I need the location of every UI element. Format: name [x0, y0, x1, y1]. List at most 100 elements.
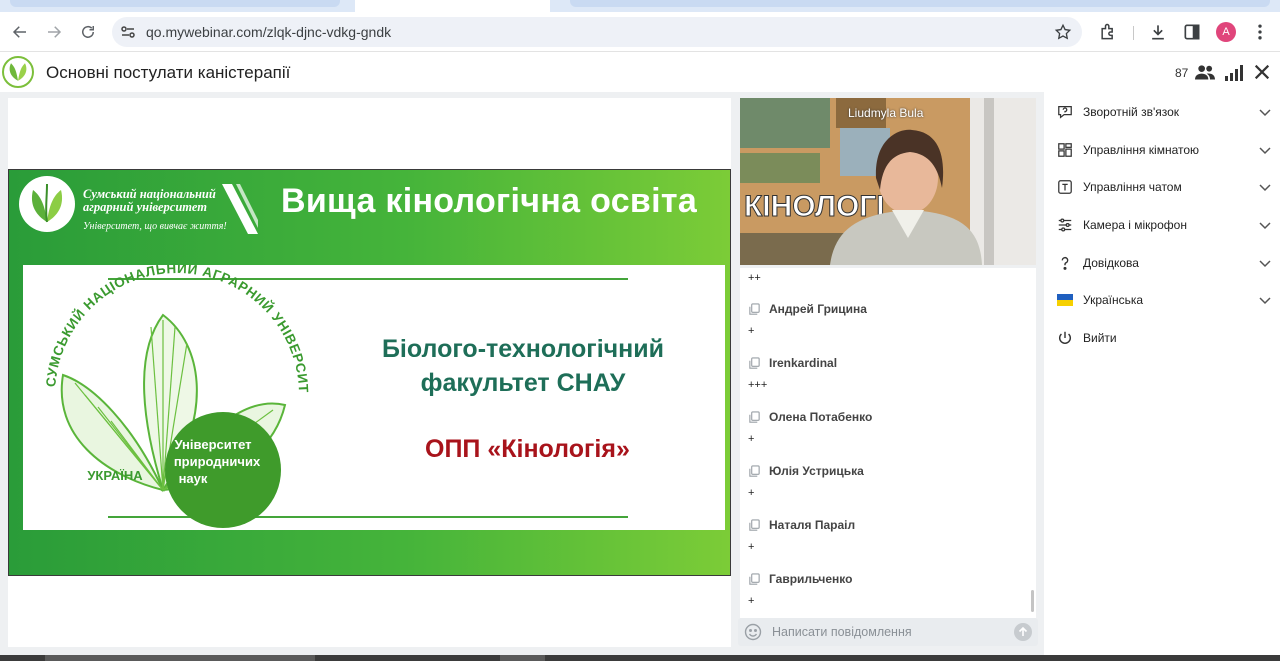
emblem-tag-line1: Університет — [174, 437, 251, 452]
university-motto: Університет, що вивчає життя! — [83, 221, 227, 232]
site-settings-icon[interactable] — [120, 24, 136, 40]
chevron-down-icon — [1259, 109, 1271, 117]
speaker-name: Liudmyla Bula — [848, 106, 924, 120]
participants-count: 87 — [1175, 66, 1189, 80]
side-item-camera-mic[interactable]: Камера і мікрофон — [1056, 213, 1272, 237]
sliders-icon — [1056, 216, 1074, 234]
chat-author: Олена Потабенко — [769, 410, 873, 424]
side-item-label: Довідкова — [1083, 256, 1139, 270]
chevron-down-icon — [1259, 222, 1271, 230]
side-item-chat-control[interactable]: Управління чатом — [1056, 175, 1272, 199]
chat-text: + — [748, 595, 755, 607]
faculty-line-1: Біолого-технологічний — [381, 335, 665, 363]
webinar-header: Основні постулати каністерапії 87 — [0, 53, 1280, 91]
chat-composer[interactable]: Написати повідомлення — [738, 618, 1038, 646]
side-item-label: Управління кімнатою — [1083, 143, 1200, 157]
chat-panel: ++ Андрей Грицина + Irenkardinal +++ Оле… — [740, 268, 1036, 618]
browser-tab-active[interactable] — [355, 0, 550, 12]
program-title: ОПП «Кінологія» — [425, 435, 630, 463]
toolbar-separator — [1133, 26, 1134, 40]
feedback-icon — [1056, 103, 1074, 121]
menu-dots-icon[interactable] — [1250, 22, 1270, 42]
slide-heading: Вища кінологічна освіта — [281, 182, 698, 220]
brand-slash-decoration — [222, 184, 258, 234]
emblem-tag-line3: наук — [179, 471, 208, 486]
university-brand: Сумський національний аграрний університ… — [19, 176, 258, 234]
emblem-country: УКРАЇНА — [87, 468, 143, 483]
copy-icon[interactable] — [748, 572, 761, 586]
video-feed: КІНОЛОГІ — [740, 98, 1036, 265]
chat-author: Наталя Параіл — [769, 518, 856, 532]
copy-icon[interactable] — [748, 464, 761, 478]
emblem-tag-line2: природничих — [174, 454, 261, 469]
side-item-help[interactable]: Довідкова — [1056, 251, 1272, 275]
browser-tab-inactive[interactable] — [10, 0, 340, 7]
slide-content-panel: СУМСЬКИЙ НАЦІОНАЛЬНИЙ АГРАРНИЙ УНІВЕРСИТ… — [23, 265, 725, 530]
room-layout-icon — [1056, 141, 1074, 159]
chat-scrollbar[interactable] — [1031, 590, 1034, 612]
participants-icon[interactable] — [1195, 63, 1215, 81]
chat-message-fragment: ++ — [748, 272, 761, 284]
power-icon — [1056, 329, 1074, 347]
chat-message: Гаврильченко + — [748, 572, 1028, 607]
chat-text: +++ — [748, 379, 768, 391]
chat-text: + — [748, 433, 755, 445]
chat-author: Юлія Устрицька — [769, 464, 864, 478]
video-background-text: КІНОЛОГІ — [744, 190, 885, 223]
chat-message: Наталя Параіл + — [748, 518, 1028, 553]
ukraine-flag-icon — [1056, 291, 1074, 309]
side-item-language[interactable]: Українська — [1056, 288, 1272, 312]
side-item-label: Камера і мікрофон — [1083, 218, 1187, 232]
download-icon[interactable] — [1148, 22, 1168, 42]
chat-text: + — [748, 325, 755, 337]
faculty-line-2: факультет СНАУ — [420, 369, 626, 397]
copy-icon[interactable] — [748, 410, 761, 424]
copy-icon[interactable] — [748, 518, 761, 532]
chat-text: + — [748, 541, 755, 553]
side-item-feedback[interactable]: Зворотній зв'язок — [1056, 100, 1272, 124]
extensions-icon[interactable] — [1098, 22, 1118, 42]
chat-message: Олена Потабенко + — [748, 410, 1028, 445]
side-panel-icon[interactable] — [1182, 22, 1202, 42]
address-bar[interactable]: qo.mywebinar.com/zlqk-djnc-vdkg-gndk — [112, 17, 1082, 47]
webinar-title: Основні постулати каністерапії — [46, 63, 291, 82]
chat-message: Юлія Устрицька + — [748, 464, 1028, 499]
university-emblem: СУМСЬКИЙ НАЦІОНАЛЬНИЙ АГРАРНИЙ УНІВЕРСИТ… — [23, 265, 310, 528]
forward-icon[interactable] — [42, 20, 66, 44]
side-item-exit[interactable]: Вийти — [1056, 326, 1272, 350]
profile-avatar[interactable]: A — [1216, 22, 1236, 42]
browser-tab-inactive[interactable] — [570, 0, 1270, 7]
presentation-slide: Сумський національний аграрний університ… — [8, 169, 731, 576]
side-item-label: Управління чатом — [1083, 180, 1182, 194]
taskbar-item[interactable] — [45, 655, 315, 661]
taskbar-item[interactable] — [500, 655, 545, 661]
speaker-video[interactable]: КІНОЛОГІ Liudmyla Bula — [740, 98, 1036, 265]
reload-icon[interactable] — [76, 20, 100, 44]
webinar-logo — [2, 56, 34, 88]
send-button[interactable] — [1014, 623, 1032, 641]
university-logo — [19, 176, 75, 232]
settings-side-panel: Зворотній зв'язок Управління кімнатою Уп… — [1044, 92, 1280, 655]
signal-strength-icon — [1225, 65, 1243, 81]
chat-text-icon — [1056, 178, 1074, 196]
back-icon[interactable] — [8, 20, 32, 44]
copy-icon[interactable] — [748, 356, 761, 370]
chat-message: Irenkardinal +++ — [748, 356, 1028, 391]
arrow-up-icon — [1018, 627, 1028, 636]
copy-icon[interactable] — [748, 302, 761, 316]
side-item-label: Зворотній зв'язок — [1083, 105, 1180, 119]
close-icon[interactable] — [1252, 63, 1272, 81]
emoji-icon[interactable] — [744, 623, 762, 641]
chevron-down-icon — [1259, 184, 1271, 192]
chat-text: + — [748, 487, 755, 499]
chat-input[interactable]: Написати повідомлення — [772, 625, 912, 639]
chevron-down-icon — [1259, 297, 1271, 305]
chat-author: Гаврильченко — [769, 572, 853, 586]
side-item-label: Вийти — [1083, 331, 1117, 345]
help-icon — [1056, 254, 1074, 272]
bookmark-star-icon[interactable] — [1054, 23, 1072, 41]
browser-tab-strip — [0, 0, 1280, 12]
side-item-room-control[interactable]: Управління кімнатою — [1056, 138, 1272, 162]
os-taskbar — [0, 655, 1280, 661]
url-text[interactable]: qo.mywebinar.com/zlqk-djnc-vdkg-gndk — [146, 24, 391, 40]
